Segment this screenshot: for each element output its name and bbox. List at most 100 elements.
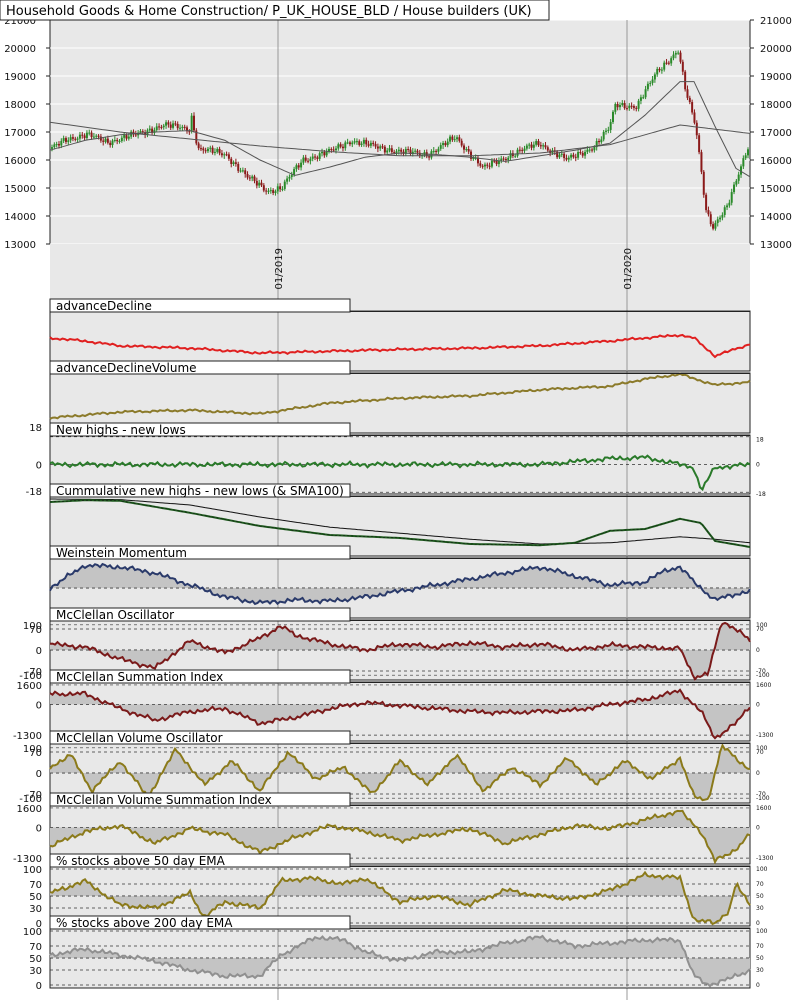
candle-body (586, 149, 589, 152)
candle-body (304, 157, 307, 161)
candle-body (290, 174, 293, 177)
candle-body (260, 182, 263, 186)
candle-body (544, 145, 547, 148)
candle-body (518, 149, 521, 151)
candle-body (614, 104, 617, 112)
candle-body (463, 145, 466, 150)
candle-body (274, 191, 277, 193)
y-tick-right: 19000 (760, 72, 792, 83)
candle-body (99, 136, 102, 141)
candle-body (165, 122, 168, 126)
y-tick-left: 70 (29, 625, 42, 636)
panel-title: McClellan Volume Summation Index (56, 793, 272, 807)
y-tick-right: 0 (756, 982, 760, 989)
candle-body (535, 141, 538, 145)
y-tick-right: 18 (756, 437, 764, 444)
candle-body (542, 145, 545, 147)
candle-body (118, 141, 121, 143)
y-tick-left: -1300 (13, 854, 42, 865)
candle-body (381, 146, 384, 148)
y-tick-right: 1600 (756, 805, 771, 812)
y-tick-right: 20000 (760, 44, 792, 55)
candle-body (55, 144, 58, 146)
candle-body (379, 146, 382, 149)
panel-title-rule (350, 496, 750, 497)
candle-body (693, 112, 696, 123)
candle-body (735, 180, 738, 185)
candle-body (286, 178, 289, 182)
y-tick-left: 13000 (4, 240, 36, 251)
panel-title-rule (350, 743, 750, 744)
candle-body (83, 135, 86, 139)
y-tick-right: -1300 (756, 855, 774, 862)
candle-body (691, 102, 694, 113)
candle-body (458, 137, 461, 141)
candle-body (516, 149, 519, 156)
candle-body (630, 105, 633, 107)
candle-body (339, 144, 342, 147)
candle-body (490, 160, 493, 167)
panel-title: advanceDeclineVolume (56, 361, 197, 375)
candle-body (179, 127, 182, 129)
y-tick-right: 30 (756, 967, 764, 974)
candle-body (644, 89, 647, 98)
y-tick-left: -1300 (13, 731, 42, 742)
candle-body (167, 122, 170, 125)
candle-body (525, 145, 528, 149)
candle-body (658, 68, 661, 71)
candle-body (747, 149, 749, 156)
candle-body (714, 222, 717, 229)
panel-title-rule (350, 373, 750, 374)
y-tick-left: 15000 (4, 184, 36, 195)
y-tick-right: 50 (756, 955, 764, 962)
candle-body (593, 147, 596, 151)
candle-body (723, 207, 726, 215)
y-tick-right: 0 (756, 462, 760, 469)
candle-body (109, 142, 112, 146)
y-tick-left: 50 (29, 954, 42, 965)
candle-body (232, 162, 235, 164)
candle-body (665, 62, 668, 64)
candle-body (679, 52, 682, 62)
candle-body (81, 134, 84, 136)
candle-body (141, 131, 144, 133)
candle-body (449, 136, 452, 142)
candle-body (113, 139, 116, 141)
candle-body (262, 185, 265, 191)
candle-body (102, 140, 105, 142)
candle-body (213, 151, 216, 153)
y-tick-right: -100 (756, 672, 770, 679)
candle-body (579, 152, 582, 154)
candle-body (728, 202, 731, 206)
candle-body (148, 128, 151, 131)
candle-body (681, 61, 684, 72)
candle-body (386, 150, 389, 153)
candle-body (120, 137, 123, 142)
candle-body (537, 141, 540, 146)
candle-body (653, 74, 656, 80)
candle-body (218, 148, 221, 154)
candle-body (362, 139, 365, 144)
candle-body (202, 148, 205, 151)
candle-body (172, 123, 175, 128)
candle-body (574, 156, 577, 158)
candle-body (558, 154, 561, 158)
candle-body (248, 177, 251, 179)
candle-body (204, 150, 207, 152)
candle-body (265, 190, 268, 192)
y-tick-right: 1600 (756, 682, 771, 689)
candle-body (446, 141, 449, 146)
candle-body (74, 138, 77, 140)
candle-body (432, 150, 435, 152)
candle-body (176, 123, 179, 129)
candle-body (76, 138, 79, 140)
y-tick-left: 30 (29, 966, 42, 977)
candle-body (241, 170, 244, 172)
panel-title-rule (350, 805, 750, 806)
candle-body (279, 186, 282, 190)
candle-body (220, 153, 223, 156)
candle-body (237, 163, 240, 171)
candle-body (721, 214, 724, 218)
candle-body (581, 152, 584, 156)
candle-body (230, 158, 233, 164)
